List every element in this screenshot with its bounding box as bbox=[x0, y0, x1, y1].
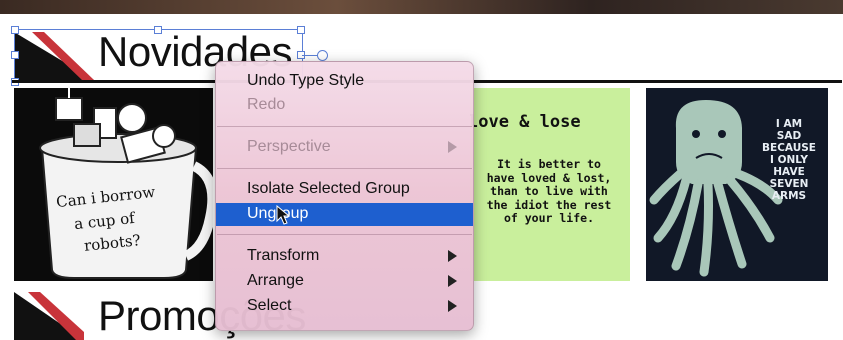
menu-separator bbox=[217, 234, 472, 235]
menu-item-ungroup[interactable]: Ungroup bbox=[216, 203, 473, 226]
product-card-mug[interactable]: Can i borrow a cup of robots? bbox=[14, 88, 213, 281]
menu-item-undo-type-style[interactable]: Undo Type Style bbox=[216, 70, 473, 93]
octopus-text: I AM SAD BECAUSE I ONLY HAVE SEVEN ARMS bbox=[758, 118, 820, 202]
product-card-octopus[interactable]: I AM SAD BECAUSE I ONLY HAVE SEVEN ARMS bbox=[646, 88, 828, 281]
arrow-cursor-icon bbox=[276, 205, 290, 225]
menu-separator bbox=[217, 126, 472, 127]
poem-line: the idiot the rest bbox=[486, 197, 612, 212]
menu-item-label: Arrange bbox=[247, 272, 304, 289]
menu-item-label: Undo Type Style bbox=[247, 72, 365, 89]
octopus-text-line: I ONLY bbox=[770, 154, 808, 166]
menu-item-perspective[interactable]: Perspective bbox=[216, 136, 473, 159]
menu-item-label: Redo bbox=[247, 96, 286, 113]
poem-line: of your life. bbox=[503, 211, 594, 225]
submenu-arrow-icon bbox=[448, 275, 457, 287]
submenu-arrow-icon bbox=[448, 141, 457, 153]
poem-line: than to live with bbox=[490, 184, 608, 198]
poem-line: It is better to bbox=[497, 157, 601, 171]
menu-item-label: Select bbox=[247, 297, 292, 314]
octopus-text-line: ARMS bbox=[771, 190, 807, 202]
menu-item-redo[interactable]: Redo bbox=[216, 94, 473, 117]
menu-item-label: Transform bbox=[247, 247, 320, 264]
center-point-connector bbox=[302, 55, 318, 56]
center-point-handle[interactable] bbox=[317, 50, 328, 61]
selection-handle[interactable] bbox=[11, 26, 19, 34]
selection-handle[interactable] bbox=[11, 51, 19, 59]
menu-item-label: Perspective bbox=[247, 138, 331, 155]
menu-item-isolate-selected-group[interactable]: Isolate Selected Group bbox=[216, 178, 473, 201]
menu-item-select[interactable]: Select bbox=[216, 295, 473, 318]
octopus-text-line: BECAUSE bbox=[762, 142, 816, 154]
octopus-text-line: HAVE bbox=[773, 166, 805, 178]
top-image-strip bbox=[0, 0, 843, 14]
context-menu: Undo Type Style Redo Perspective Isolate… bbox=[215, 61, 474, 331]
octopus-text-line: SAD bbox=[776, 130, 802, 142]
octopus-text-line: SEVEN bbox=[769, 178, 809, 190]
menu-item-label: Isolate Selected Group bbox=[247, 180, 410, 197]
poem-line: have loved & lost, bbox=[486, 170, 612, 185]
submenu-arrow-icon bbox=[448, 300, 457, 312]
poem-title: love & lose bbox=[470, 112, 581, 132]
poem-body: It is better to have loved & lost, than … bbox=[470, 157, 630, 226]
selection-handle[interactable] bbox=[297, 26, 305, 34]
menu-separator bbox=[217, 168, 472, 169]
menu-item-arrange[interactable]: Arrange bbox=[216, 270, 473, 293]
product-card-poem[interactable]: love & lose It is better to have loved &… bbox=[470, 88, 630, 281]
octopus-text-line: I AM bbox=[775, 118, 803, 130]
menu-item-transform[interactable]: Transform bbox=[216, 245, 473, 268]
selection-handle[interactable] bbox=[154, 26, 162, 34]
mug-illustration-icon bbox=[39, 88, 213, 279]
header-triangle-icon bbox=[14, 292, 84, 340]
submenu-arrow-icon bbox=[448, 250, 457, 262]
